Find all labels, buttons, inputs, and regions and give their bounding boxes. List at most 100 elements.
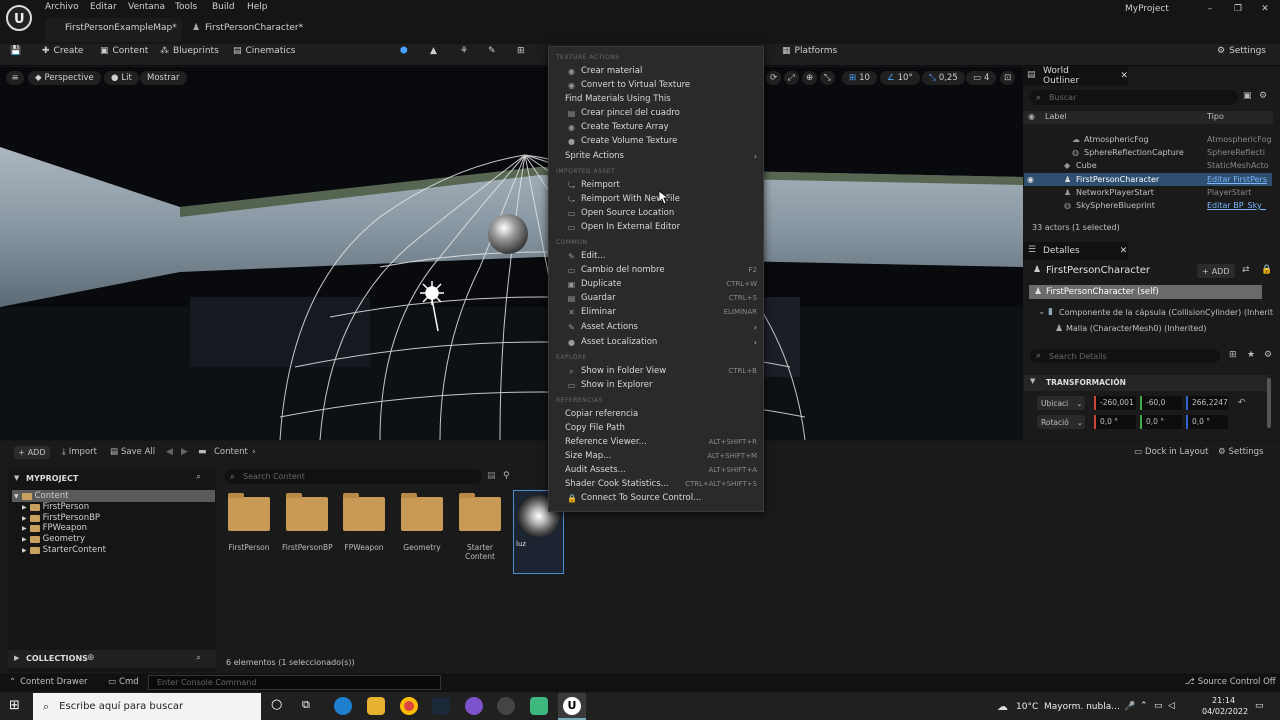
outliner-row[interactable]: ♟ NetworkPlayerStart PlayerStart <box>1024 186 1272 199</box>
add-content-button[interactable]: + ADD <box>14 446 50 459</box>
menu-copy-file-path[interactable]: Copy File Path <box>549 421 763 435</box>
scale-icon[interactable]: ⤢ <box>784 71 799 85</box>
edge-icon[interactable] <box>334 697 352 715</box>
reset-icon[interactable]: ↶ <box>1238 398 1246 408</box>
save-search-icon[interactable]: ▤ <box>487 471 496 481</box>
cinematics-button[interactable]: ▤ Cinematics <box>233 46 296 56</box>
app-icon[interactable] <box>497 697 515 715</box>
menu-shader-cook-stats[interactable]: Shader Cook Statistics... CTRL+ALT+SHIFT+… <box>549 477 763 491</box>
forward-icon[interactable]: ▶ <box>181 447 188 457</box>
volume-icon[interactable]: ◁ <box>1168 701 1175 711</box>
asset-folder[interactable]: FirstPerson <box>224 493 274 552</box>
clock-date[interactable]: 04/02/2022 <box>1202 707 1248 716</box>
task-view-icon[interactable]: ⧉ <box>302 698 310 712</box>
menu-tools[interactable]: Tools <box>175 2 197 12</box>
taskbar-search[interactable]: ⌕ Escribe aquí para buscar <box>33 693 261 720</box>
import-button[interactable]: ⤓ Import <box>62 447 97 457</box>
viewport-menu-icon[interactable]: ≡ <box>6 71 24 85</box>
outliner-row[interactable]: ◍ SphereReflectionCapture SphereReflecti <box>1024 146 1272 159</box>
content-search[interactable]: ⌕ Search Content <box>224 469 482 484</box>
content-drawer-button[interactable]: ⌃ Content Drawer <box>9 677 88 687</box>
menu-build[interactable]: Build <box>212 2 235 12</box>
clock-time[interactable]: 21:14 <box>1212 696 1235 705</box>
location-y-field[interactable]: -60,0 <box>1140 396 1182 410</box>
filter-icon[interactable]: ⚲ <box>503 471 510 481</box>
maximize-viewport-icon[interactable]: ⊡ <box>1000 71 1016 85</box>
cortana-icon[interactable]: ○ <box>271 697 282 712</box>
visibility-icon[interactable]: ◉ <box>1027 175 1034 184</box>
menu-archivo[interactable]: Archivo <box>45 2 79 12</box>
outliner-row[interactable]: ◆ Cube StaticMeshActo <box>1024 159 1272 172</box>
menu-find-materials[interactable]: Find Materials Using This <box>549 92 763 106</box>
menu-duplicate[interactable]: ▣ Duplicate CTRL+W <box>549 277 763 291</box>
menu-audit-assets[interactable]: Audit Assets... ALT+SHIFT+A <box>549 463 763 477</box>
blueprint-edit-icon[interactable]: ⇄ <box>1242 265 1250 275</box>
tree-item[interactable]: ▶ Geometry <box>22 534 85 544</box>
chevron-right-icon[interactable]: ▶ <box>14 654 19 662</box>
menu-help[interactable]: Help <box>247 2 268 12</box>
menu-copy-reference[interactable]: Copiar referencia <box>549 407 763 421</box>
source-control-status[interactable]: ⎇ Source Control Off <box>1185 677 1276 687</box>
details-settings-icon[interactable]: ⚙ <box>1264 350 1272 360</box>
landscape-mode-icon[interactable]: ▲ <box>430 46 437 56</box>
mic-icon[interactable]: 🎤 <box>1124 702 1135 712</box>
minimize-icon[interactable]: – <box>1203 4 1217 14</box>
menu-editar[interactable]: Editar <box>90 2 117 12</box>
weather-text[interactable]: 10°C Mayorm. nubla... <box>1016 702 1120 712</box>
menu-show-in-folder-view[interactable]: ⌕ Show in Folder View CTRL+B <box>549 364 763 378</box>
maximize-icon[interactable]: ❐ <box>1231 4 1245 14</box>
dock-in-layout-button[interactable]: ▭ Dock in Layout <box>1134 447 1208 457</box>
tab-world-outliner[interactable]: World Outliner ✕ <box>1023 66 1128 86</box>
content-button[interactable]: ▣ Content <box>100 46 148 56</box>
tree-item[interactable]: ▶ FirstPerson <box>22 502 89 512</box>
chevron-down-icon[interactable]: ▼ <box>14 474 19 482</box>
translate-icon[interactable]: ⟳ <box>766 71 782 85</box>
close-icon[interactable]: ✕ <box>1258 4 1272 14</box>
menu-show-in-explorer[interactable]: ▭ Show in Explorer <box>549 378 763 392</box>
menu-open-source-location[interactable]: ▭ Open Source Location <box>549 206 763 220</box>
menu-rename[interactable]: ▭ Cambio del nombre F2 <box>549 263 763 277</box>
menu-reimport[interactable]: ⤿ Reimport <box>549 178 763 192</box>
menu-convert-virtual-texture[interactable]: ◉ Convert to Virtual Texture <box>549 78 763 92</box>
windows-start-icon[interactable]: ⊞ <box>9 698 20 713</box>
cb-settings-button[interactable]: ⚙ Settings <box>1218 447 1264 457</box>
foliage-mode-icon[interactable]: ⚘ <box>460 46 468 56</box>
app-icon[interactable] <box>530 697 548 715</box>
location-x-field[interactable]: -260,001 <box>1094 396 1136 410</box>
menu-connect-source-control[interactable]: 🔒 Connect To Source Control... <box>549 491 763 505</box>
menu-reimport-new-file[interactable]: ⤿ Reimport With New File <box>549 192 763 206</box>
lock-icon[interactable]: 🔒 <box>1261 265 1272 275</box>
asset-folder[interactable]: FirstPersonBP <box>282 493 333 552</box>
table-view-icon[interactable]: ⊞ <box>1229 350 1237 360</box>
chrome-icon[interactable] <box>400 697 418 715</box>
menu-asset-actions[interactable]: ✎ Asset Actions › <box>549 320 763 334</box>
outliner-settings-icon[interactable]: ⚙ <box>1259 91 1267 101</box>
rotation-x-field[interactable]: 0,0 ° <box>1094 415 1136 429</box>
create-button[interactable]: ✚ Create <box>42 46 83 56</box>
menu-open-external-editor[interactable]: ▭ Open In External Editor <box>549 220 763 234</box>
tree-item[interactable]: ▶ FPWeapon <box>22 523 87 533</box>
outliner-row[interactable]: ◍ SkySphereBlueprint Editar BP_Sky_ <box>1024 199 1272 212</box>
chevron-right-icon[interactable]: › <box>252 447 256 457</box>
details-scrollbar[interactable] <box>1267 378 1271 428</box>
component-capsule[interactable]: Componente de la cápsula (CollisionCylin… <box>1059 308 1273 317</box>
app-icon[interactable] <box>465 697 483 715</box>
outliner-search[interactable]: ⌕ Buscar <box>1030 90 1238 105</box>
show-button[interactable]: Mostrar <box>140 71 187 85</box>
chevron-down-icon[interactable]: ▼ <box>1030 377 1035 385</box>
rotation-y-field[interactable]: 0,0 ° <box>1140 415 1182 429</box>
outliner-row[interactable]: ☁ AtmosphericFog AtmosphericFog <box>1024 133 1272 146</box>
menu-reference-viewer[interactable]: Reference Viewer... ALT+SHIFT+R <box>549 435 763 449</box>
menu-sprite-actions[interactable]: Sprite Actions › <box>549 149 763 163</box>
asset-folder[interactable]: FPWeapon <box>339 493 389 552</box>
menu-ventana[interactable]: Ventana <box>128 2 165 12</box>
unreal-logo-icon[interactable]: U <box>6 5 32 31</box>
select-mode-icon[interactable]: ⬢ <box>400 46 408 56</box>
modeling-mode-icon[interactable]: ⊞ <box>517 46 525 56</box>
unreal-taskbar-button[interactable]: U <box>558 693 586 720</box>
save-all-button[interactable]: ▤ Save All <box>110 447 155 457</box>
level-viewport[interactable] <box>0 67 1023 440</box>
lit-button[interactable]: ● Lit <box>104 71 139 85</box>
asset-folder[interactable]: Geometry <box>397 493 447 552</box>
add-collection-icon[interactable]: ⊕ <box>87 653 95 663</box>
